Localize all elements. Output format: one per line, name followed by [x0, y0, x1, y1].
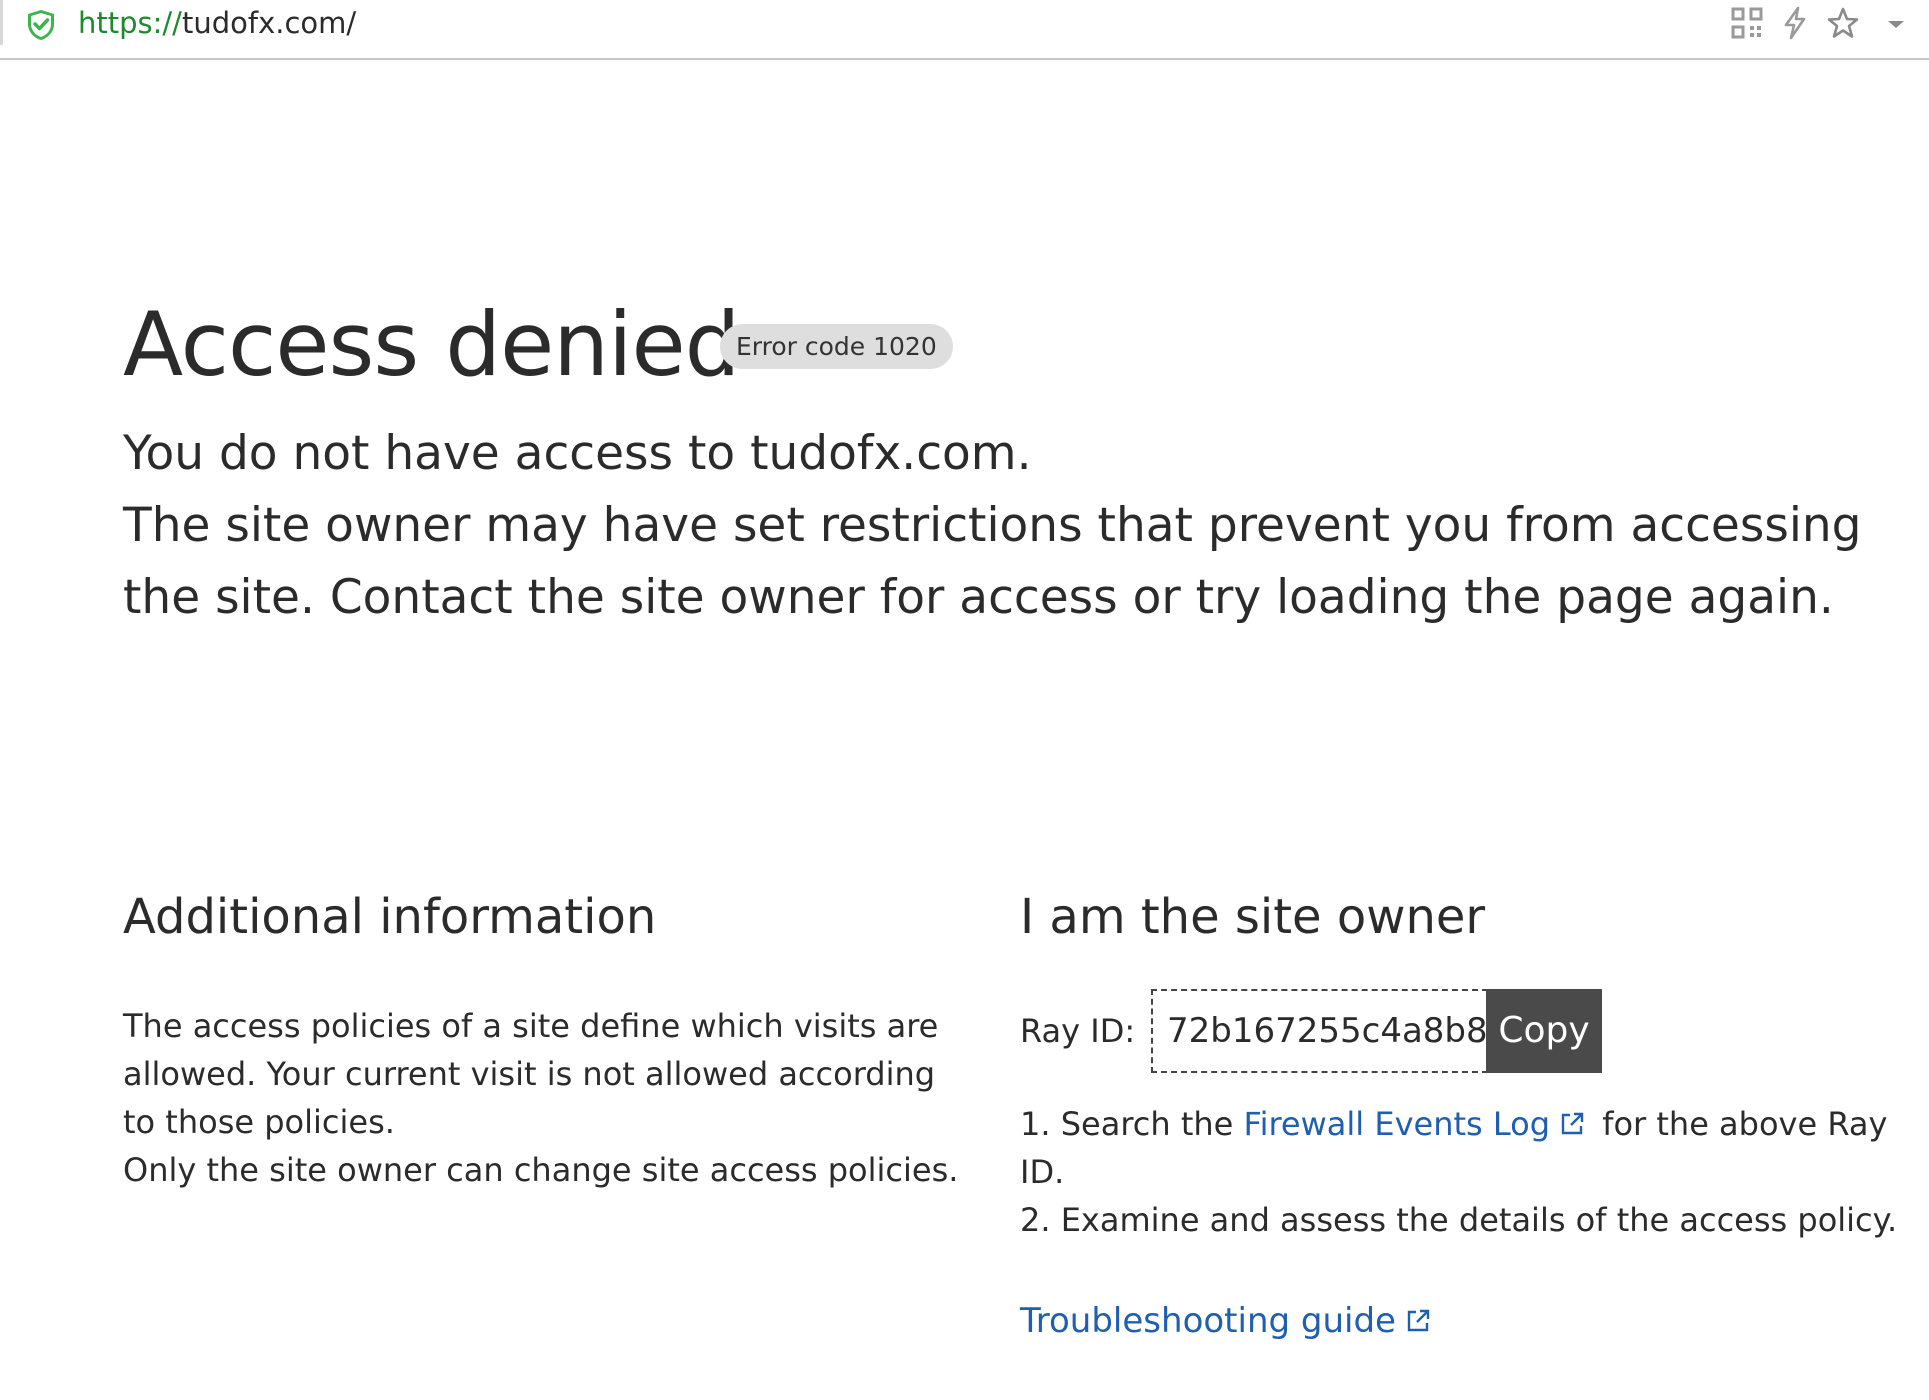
- firewall-events-log-link[interactable]: Firewall Events Log: [1244, 1105, 1551, 1143]
- troubleshooting-guide[interactable]: Troubleshooting guide: [1020, 1296, 1438, 1346]
- url-host: tudofx.com/: [181, 6, 357, 40]
- star-icon[interactable]: [1826, 6, 1860, 40]
- qr-code-icon[interactable]: [1730, 6, 1764, 40]
- additional-info-heading: Additional information: [123, 889, 657, 945]
- window-edge: [0, 0, 3, 45]
- step-1-prefix: 1. Search the: [1020, 1105, 1244, 1143]
- external-link-icon[interactable]: [1558, 1103, 1586, 1135]
- copy-button[interactable]: Copy: [1486, 989, 1602, 1073]
- url-field[interactable]: https://tudofx.com/: [78, 3, 356, 43]
- ray-id-label: Ray ID:: [1020, 1012, 1136, 1050]
- ray-id-value[interactable]: 72b167255c4a8b81: [1151, 989, 1509, 1073]
- info-paragraph-1: The access policies of a site define whi…: [123, 1007, 939, 1141]
- ray-id-row: Ray ID: 72b167255c4a8b81 Copy: [1020, 989, 1900, 1073]
- shield-check-icon[interactable]: [25, 8, 57, 42]
- additional-info-text: The access policies of a site define whi…: [123, 1002, 963, 1194]
- page-title: Access denied: [123, 293, 740, 396]
- url-scheme: https://: [78, 6, 182, 40]
- access-message-line1: You do not have access to tudofx.com.: [123, 426, 1032, 481]
- access-message: You do not have access to tudofx.com. Th…: [123, 418, 1913, 634]
- lightning-icon[interactable]: [1778, 6, 1812, 40]
- additional-info-section: Additional information The access polici…: [123, 882, 963, 1194]
- owner-steps: 1. Search the Firewall Events Log for th…: [1020, 1100, 1900, 1244]
- info-paragraph-2: Only the site owner can change site acce…: [123, 1151, 959, 1189]
- troubleshooting-guide-link[interactable]: Troubleshooting guide: [1020, 1301, 1396, 1341]
- address-bar[interactable]: https://tudofx.com/: [0, 0, 1929, 60]
- site-owner-section: I am the site owner Ray ID: 72b167255c4a…: [1020, 882, 1900, 1341]
- error-code-badge: Error code 1020: [720, 324, 953, 369]
- step-2: 2. Examine and assess the details of the…: [1020, 1201, 1898, 1239]
- external-link-icon[interactable]: [1404, 1299, 1432, 1332]
- step-1: 1. Search the Firewall Events Log for th…: [1020, 1100, 1900, 1196]
- chevron-down-icon[interactable]: [1879, 6, 1913, 40]
- access-message-line2: The site owner may have set restrictions…: [123, 498, 1862, 625]
- site-owner-heading: I am the site owner: [1020, 889, 1486, 945]
